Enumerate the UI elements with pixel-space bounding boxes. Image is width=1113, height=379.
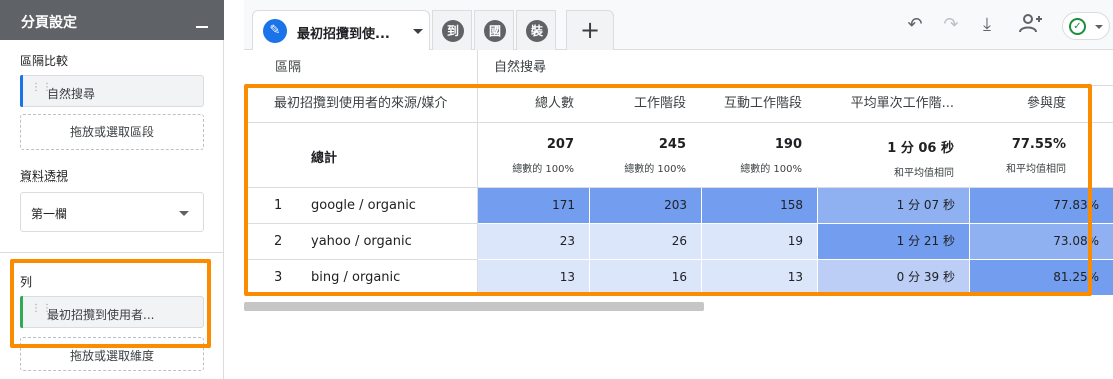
pivot-select-value: 第一欄 [31, 207, 68, 221]
segment-chip[interactable]: ⋮⋮ 自然搜尋 [20, 75, 204, 107]
panel-header: 分頁設定 [0, 0, 224, 40]
segment-drop-zone[interactable]: 拖放或選取區段 [20, 114, 204, 150]
highlight-rows-box [10, 259, 211, 348]
tab-mini-label: 到 [442, 20, 464, 42]
panel-title: 分頁設定 [21, 15, 77, 31]
tab-bar: ✎ 最初招攬到使... 到 國 裝 + ↶ ↷ ⤓ ✓ [244, 0, 1113, 50]
chevron-down-icon [1095, 25, 1103, 29]
segment-chip-label: 自然搜尋 [47, 87, 96, 101]
tab-mini-3[interactable]: 裝 [516, 10, 556, 50]
tab-mini-1[interactable]: 到 [432, 10, 472, 50]
horizontal-scrollbar[interactable] [244, 302, 704, 311]
chevron-down-icon [179, 211, 189, 216]
tab-active[interactable]: ✎ 最初招攬到使... [252, 10, 430, 50]
segment-value: 自然搜尋 [494, 60, 547, 75]
segment-compare-label: 區隔比較 [20, 54, 69, 68]
tab-mini-label: 國 [484, 20, 506, 42]
tab-mini-label: 裝 [526, 20, 548, 42]
download-icon[interactable]: ⤓ [974, 12, 1000, 38]
tab-mini-2[interactable]: 國 [474, 10, 514, 50]
segment-header: 區隔 [275, 60, 302, 75]
status-check-button[interactable]: ✓ [1062, 12, 1110, 40]
segment-color-bar [20, 75, 23, 107]
redo-icon[interactable]: ↷ [938, 12, 964, 38]
add-tab-button[interactable]: + [566, 10, 614, 50]
tab-active-label: 最初招攬到使... [297, 27, 390, 42]
chevron-down-icon[interactable] [413, 29, 423, 34]
drag-handle-icon[interactable]: ⋮⋮ [31, 83, 52, 99]
row-drop-label: 拖放或選取維度 [69, 349, 154, 363]
pivot-label-wrap: 資料透視 [20, 167, 68, 184]
undo-icon[interactable]: ↶ [902, 12, 928, 38]
tab-settings-panel: 分頁設定 區隔比較 ⋮⋮ 自然搜尋 拖放或選取區段 資料透視 第一欄 列 ⋮⋮ … [0, 0, 224, 379]
pivot-label: 資料透視 [20, 169, 69, 183]
share-user-icon[interactable] [1016, 12, 1046, 38]
highlight-table-box [244, 84, 1092, 296]
pivot-select[interactable]: 第一欄 [20, 192, 204, 232]
edit-pencil-icon[interactable]: ✎ [263, 19, 287, 43]
check-circle-icon: ✓ [1069, 18, 1086, 35]
collapse-icon[interactable] [196, 26, 208, 28]
divider [0, 252, 224, 253]
